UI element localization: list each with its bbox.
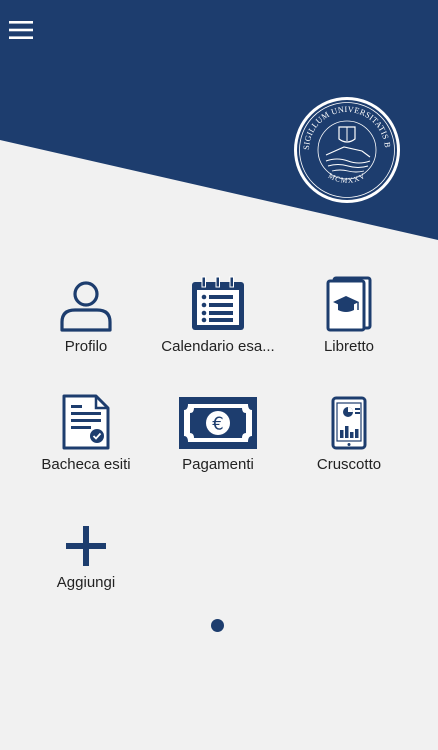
hamburger-menu-icon [9,21,33,39]
tile-label: Profilo [64,338,108,355]
plus-icon [66,526,106,566]
graduation-book-icon [326,276,372,332]
calendar-list-icon [192,276,244,330]
menu-button[interactable] [6,16,36,44]
euro-banknote-icon: € [179,397,257,449]
university-seal-logo: SIGILLUM UNIVERSITATIS BARENSIS MCMXXV [292,95,400,203]
tile-label: Libretto [323,338,375,355]
tile-cruscotto[interactable]: Cruscotto [276,388,422,498]
tile-calendario-esami[interactable]: Calendario esa... [145,270,291,380]
tile-profilo[interactable]: Profilo [13,270,159,380]
svg-text:€: € [212,414,223,435]
tile-label: Pagamenti [182,456,254,473]
tile-aggiungi[interactable]: Aggiungi [13,506,159,616]
tile-label: Aggiungi [56,574,116,591]
tile-pagamenti[interactable]: € Pagamenti [145,388,291,498]
page-indicator-dot [211,619,224,632]
tile-label: Bacheca esiti [41,456,131,473]
tile-label: Calendario esa... [161,338,275,355]
tile-libretto[interactable]: Libretto [276,270,422,380]
certificate-document-icon [62,394,110,450]
tile-bacheca-esiti[interactable]: Bacheca esiti [13,388,159,498]
tile-label: Cruscotto [316,456,382,473]
user-icon [60,281,112,332]
dashboard-tablet-icon [331,396,367,450]
